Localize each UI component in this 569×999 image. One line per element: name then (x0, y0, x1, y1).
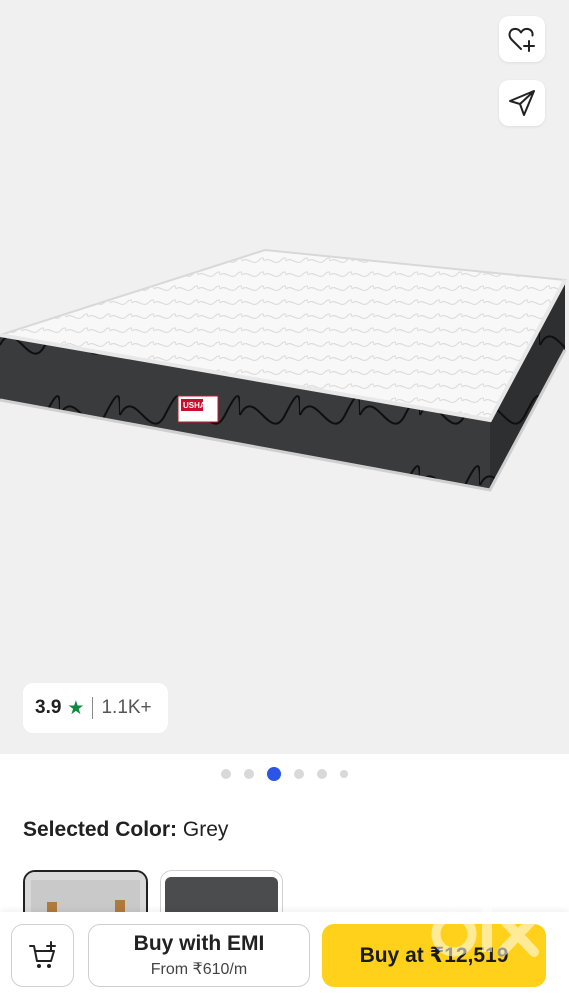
selected-color-value: Grey (182, 818, 229, 841)
svg-text:USHA: USHA (183, 401, 206, 410)
buy-now-button[interactable]: Buy at ₹12,519 (322, 924, 546, 987)
add-to-cart-button[interactable] (11, 924, 74, 987)
divider (92, 697, 94, 719)
carousel-dot[interactable] (317, 769, 327, 779)
selected-color: Selected Color: Grey (23, 818, 228, 842)
brand-logo: USHA (177, 395, 219, 423)
buy-with-emi-button[interactable]: Buy with EMI From ₹610/m (88, 924, 310, 987)
carousel-dot-active[interactable] (267, 767, 281, 781)
carousel-dot[interactable] (244, 769, 254, 779)
emi-title: Buy with EMI (133, 932, 265, 955)
heart-plus-icon (508, 27, 535, 52)
carousel-indicator (0, 767, 569, 781)
rating-badge[interactable]: 3.9 ★ 1.1K+ (23, 683, 168, 733)
send-icon (509, 90, 535, 116)
star-icon: ★ (67, 697, 85, 719)
share-button[interactable] (499, 80, 545, 126)
emi-subtitle: From ₹610/m (150, 961, 248, 978)
wishlist-button[interactable] (499, 16, 545, 62)
carousel-dot[interactable] (294, 769, 304, 779)
carousel-dot[interactable] (340, 770, 348, 778)
selected-color-label: Selected Color: (23, 818, 178, 841)
mattress-image: USHA (0, 248, 567, 492)
buy-now-label: Buy at ₹12,519 (359, 944, 509, 967)
carousel-dot[interactable] (221, 769, 231, 779)
rating-score: 3.9 (35, 697, 62, 718)
cart-plus-icon (28, 940, 56, 968)
rating-count: 1.1K+ (101, 697, 152, 718)
